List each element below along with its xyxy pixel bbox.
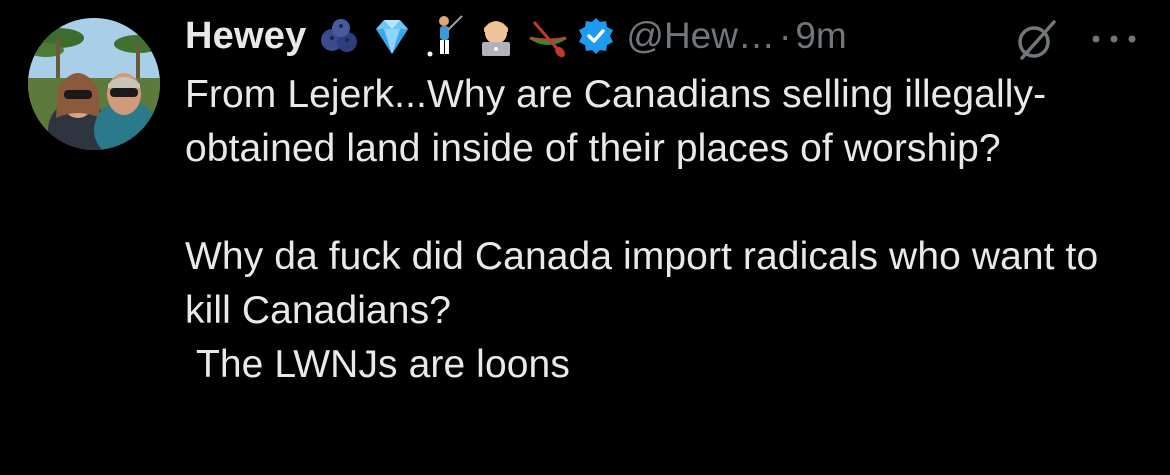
verified-badge-icon[interactable] xyxy=(576,16,616,56)
technologist-emoji-icon xyxy=(474,14,518,58)
grok-icon[interactable] xyxy=(1014,18,1058,62)
more-options-icon[interactable] xyxy=(1084,24,1144,54)
timestamp[interactable]: 9m xyxy=(795,15,846,57)
tweet-header: Hewey @Hew… · 9m xyxy=(185,12,847,60)
golfer-emoji-icon xyxy=(422,14,466,58)
avatar[interactable] xyxy=(28,18,160,150)
tweet[interactable]: Hewey @Hew… · 9m From Lejerk...Why are C… xyxy=(0,0,1170,475)
name-emojis xyxy=(318,14,570,58)
separator-dot: · xyxy=(778,15,792,56)
blueberries-emoji-icon xyxy=(318,14,362,58)
canoe-emoji-icon xyxy=(526,14,570,58)
tweet-text: From Lejerk...Why are Canadians selling … xyxy=(185,73,1099,386)
display-name[interactable]: Hewey xyxy=(185,15,306,58)
user-handle[interactable]: @Hew… xyxy=(626,15,775,57)
gem-emoji-icon xyxy=(370,14,414,58)
